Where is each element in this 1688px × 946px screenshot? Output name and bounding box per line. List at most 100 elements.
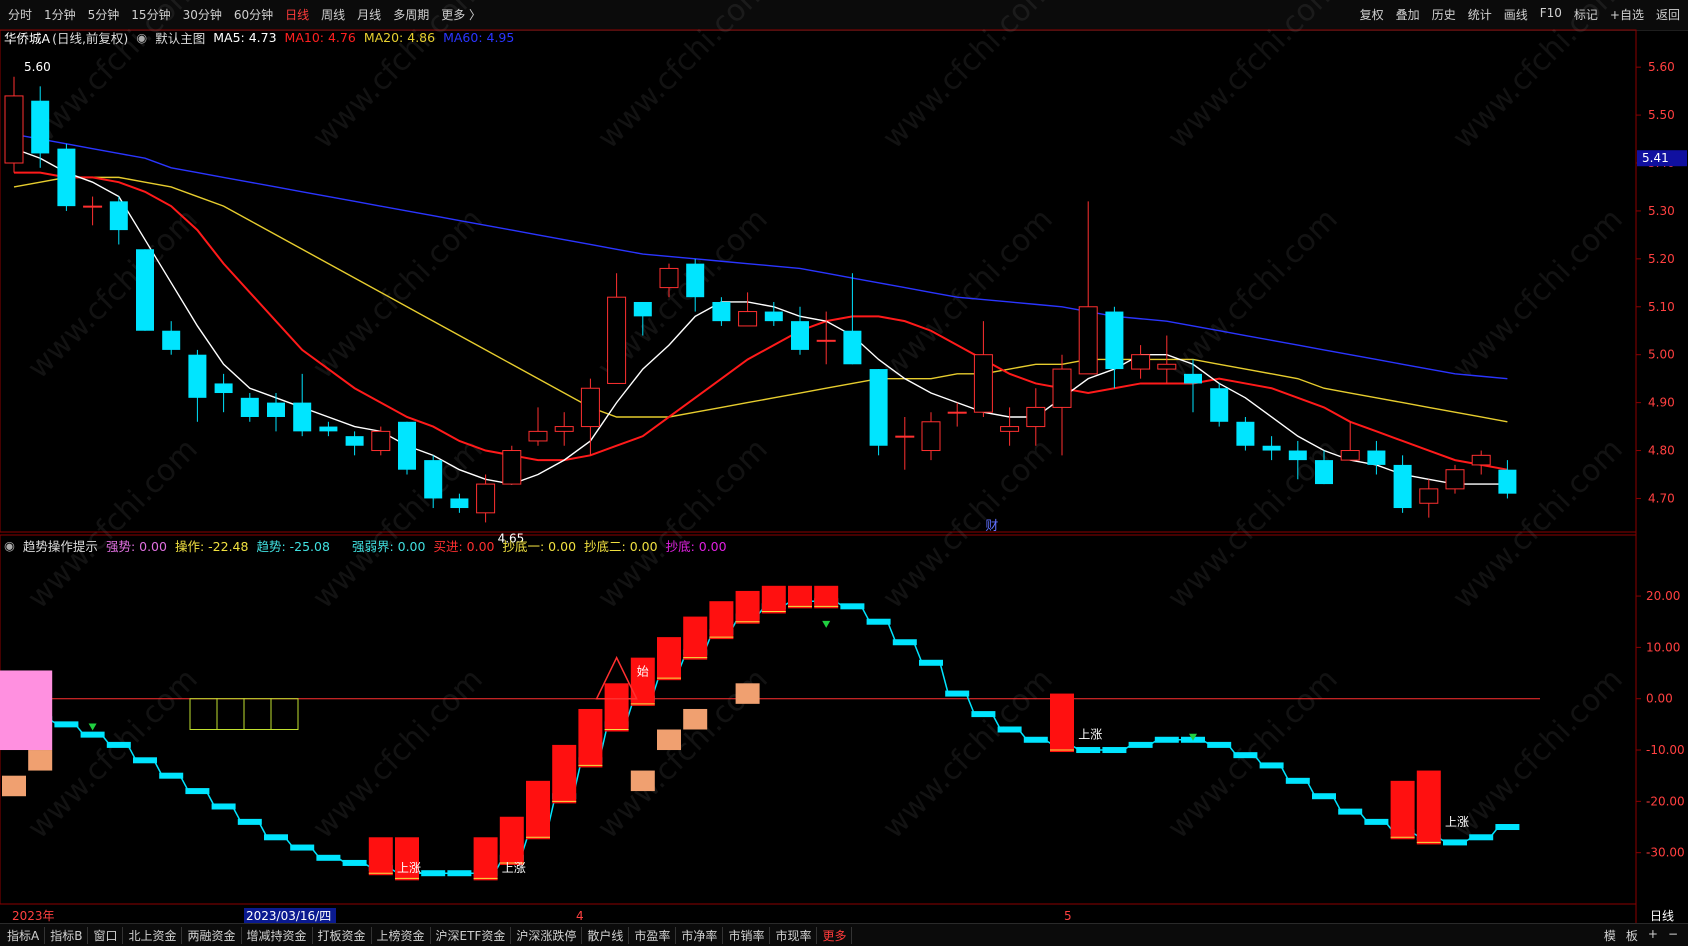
- trend-step: [1443, 839, 1467, 846]
- up-label: 上涨: [502, 860, 526, 875]
- bottom-tab[interactable]: 上榜资金: [372, 927, 431, 944]
- main-chart-label[interactable]: 默认主图: [155, 28, 205, 47]
- indicator-value: 买进: 0.00: [433, 538, 495, 554]
- high-price-label: 5.60: [24, 60, 51, 74]
- buy-signal-block: [552, 744, 577, 804]
- bottom-tab[interactable]: 指标A: [2, 927, 46, 944]
- bottom-tab[interactable]: 市销率: [723, 927, 771, 944]
- candle-body-down: [869, 369, 888, 446]
- indicator-name[interactable]: 趋势操作提示: [23, 536, 98, 555]
- ma-line-ma5: [13, 147, 1508, 485]
- bottom-tab[interactable]: 打板资金: [313, 927, 372, 944]
- bottom-tab[interactable]: 增减持资金: [242, 927, 313, 944]
- bottom-tab[interactable]: 沪深ETF资金: [431, 927, 512, 944]
- candle: [895, 416, 915, 470]
- bottom-tab[interactable]: 窗口: [88, 927, 124, 944]
- bottom-tab[interactable]: 散户线: [582, 927, 630, 944]
- candle: [1262, 436, 1281, 461]
- trend-step: [1128, 741, 1153, 748]
- candle-body-down: [1367, 450, 1386, 465]
- candle-body-up: [1419, 488, 1439, 504]
- candle-body-up: [4, 95, 24, 164]
- main-chart-header: 华侨城A (日线,前复权) ◉ 默认主图 MA5: 4.73 MA10: 4.7…: [4, 28, 514, 46]
- bottom-tab[interactable]: 北上资金: [123, 927, 183, 944]
- trend-step: [1469, 834, 1494, 841]
- candle-body-up: [1052, 368, 1072, 408]
- candle: [1000, 407, 1020, 446]
- candle-body-up: [973, 354, 993, 413]
- ma20-label: MA20: 4.86: [363, 29, 436, 45]
- bottom-tab[interactable]: 指标B: [45, 927, 89, 944]
- y-tick-label: 5.20: [1648, 252, 1675, 266]
- bottom-tab[interactable]: 更多: [817, 927, 853, 944]
- candle-body-down: [57, 148, 76, 207]
- indicator-value: 操作: -22.48: [174, 538, 249, 554]
- bottom-tab[interactable]: 市现率: [770, 927, 818, 944]
- indicator-value: 抄底: 0.00: [665, 538, 727, 554]
- support-block: [2, 775, 26, 797]
- trend-step: [840, 603, 865, 610]
- zoom-out-button[interactable]: −: [1668, 927, 1678, 944]
- candle-body-down: [1393, 464, 1412, 509]
- chart-canvas[interactable]: www.cfchi.com www.cfchi.com www.cfchi.com w…: [0, 0, 1688, 945]
- candle: [502, 445, 522, 485]
- candle-body-down: [319, 426, 338, 432]
- watermark-text: www.cfchi.com: [591, 0, 775, 156]
- candle-body-down: [712, 301, 731, 322]
- trend-step: [945, 690, 970, 697]
- buy-signal-block: [578, 708, 603, 768]
- candle: [450, 493, 469, 513]
- mode-button[interactable]: 模: [1604, 927, 1616, 944]
- indicator-value: 抄底一: 0.00: [502, 538, 577, 554]
- sell-hint-icon: [88, 723, 97, 731]
- candle: [4, 76, 24, 173]
- candle-body-down: [1105, 311, 1124, 370]
- candle: [1105, 306, 1124, 389]
- candle-body-down: [293, 402, 312, 432]
- candle-body-down: [424, 460, 443, 499]
- indicator-value: 趋势: -25.08: [256, 538, 330, 554]
- trend-step: [185, 788, 210, 795]
- candle: [162, 321, 181, 355]
- finance-marker: 财: [985, 519, 998, 534]
- watermark-text: www.cfchi.com: [1161, 202, 1345, 386]
- bottom-tab[interactable]: 市盈率: [629, 927, 677, 944]
- candle-body-up: [1078, 306, 1098, 375]
- buy-signal-block: [604, 683, 629, 732]
- main-chart-dropdown-icon[interactable]: ◉: [136, 30, 147, 45]
- buy-signal-block: [368, 837, 393, 876]
- candle-body-down: [136, 249, 154, 331]
- watermark-text: www.cfchi.com: [1446, 202, 1630, 386]
- zoom-in-button[interactable]: +: [1648, 927, 1658, 944]
- indicator-settings-icon[interactable]: ◉: [4, 538, 15, 553]
- candle-body-up: [1340, 450, 1360, 461]
- candle-body-down: [1315, 460, 1333, 485]
- bottom-signal-box: [243, 698, 272, 730]
- ma60-label: MA60: 4.95: [443, 29, 515, 45]
- panel-button[interactable]: 板: [1626, 927, 1638, 944]
- trend-step: [997, 726, 1022, 733]
- bottom-signal-box: [216, 698, 245, 730]
- bottom-tab[interactable]: 市净率: [676, 927, 724, 944]
- candle-body-down: [764, 311, 783, 322]
- candle: [1498, 460, 1517, 499]
- buy-signal-block: [788, 585, 812, 609]
- trend-step: [447, 870, 472, 877]
- candle-body-down: [345, 436, 364, 446]
- candle: [973, 321, 993, 417]
- candle-body-down: [162, 330, 181, 350]
- buy-signal-block: [473, 837, 498, 881]
- candle-body-up: [947, 411, 967, 414]
- candle: [293, 373, 312, 437]
- sell-hint-icon: [822, 620, 831, 628]
- stock-name[interactable]: 华侨城A: [4, 28, 50, 47]
- bottom-tab[interactable]: 沪深涨跌停: [511, 927, 583, 944]
- bottom-tab[interactable]: 两融资金: [182, 927, 242, 944]
- candle-body-down: [267, 402, 285, 417]
- candle-body-down: [1184, 373, 1202, 384]
- y-tick-label: 5.60: [1648, 60, 1675, 74]
- candle-body-down: [188, 354, 207, 398]
- candle-body-down: [240, 397, 259, 417]
- support-block: [735, 683, 760, 704]
- trend-step: [1233, 752, 1258, 759]
